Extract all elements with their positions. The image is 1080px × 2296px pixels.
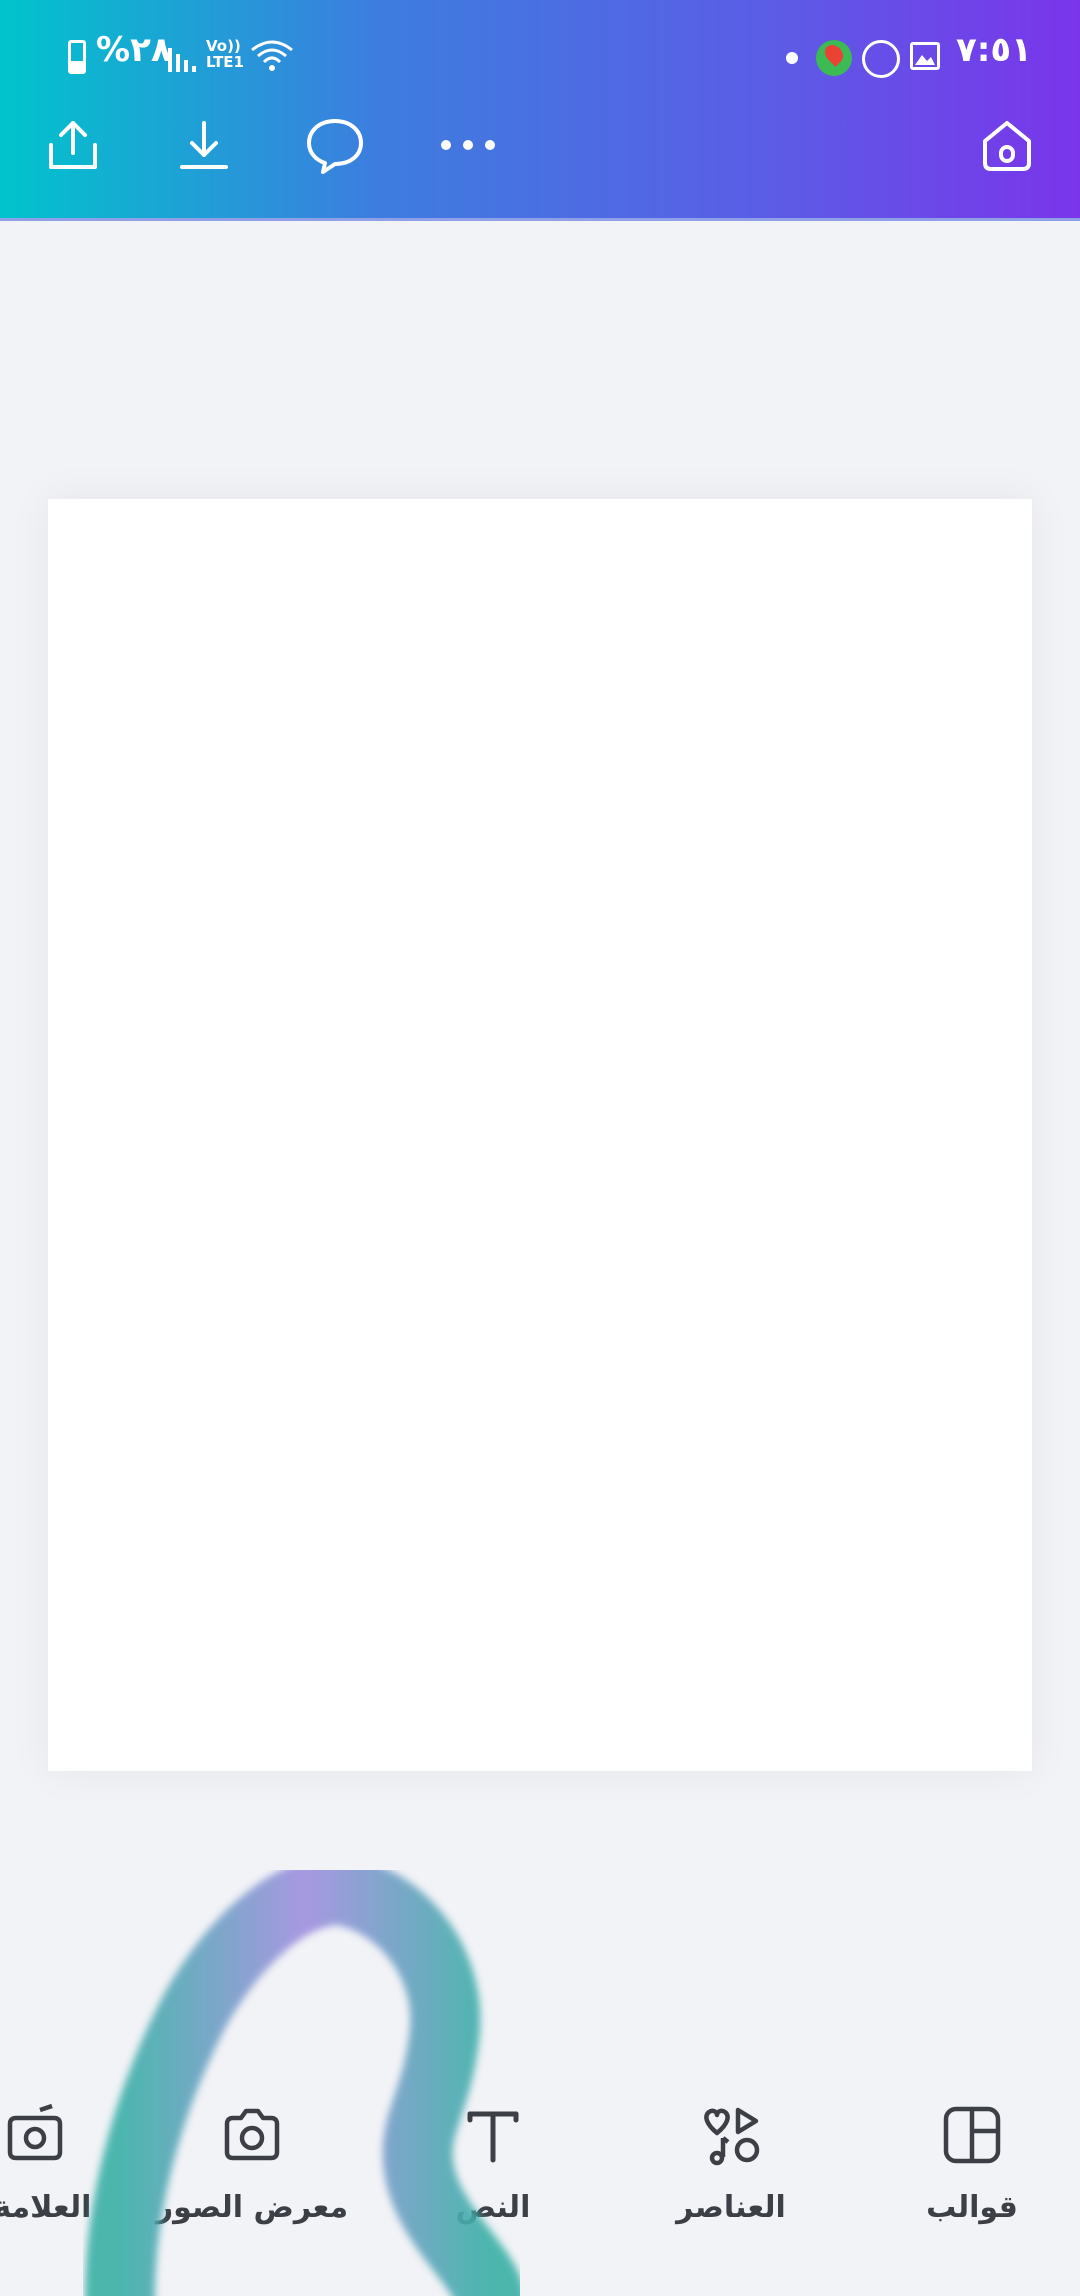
status-bar: %٢٨ Vo)) LTE1 ٧:٥١ <box>0 0 1080 110</box>
battery-percent: %٢٨ <box>96 30 172 70</box>
comment-icon[interactable] <box>300 110 370 180</box>
design-canvas-page[interactable] <box>48 499 1032 1771</box>
status-time: ٧:٥١ <box>956 30 1032 70</box>
top-app-bar: %٢٨ Vo)) LTE1 ٧:٥١ <box>0 0 1080 221</box>
tool-elements[interactable]: العناصر <box>621 2100 841 2225</box>
share-icon[interactable] <box>38 110 108 180</box>
tool-templates[interactable]: قوالب <box>862 2100 1080 2225</box>
tool-label: قوالب <box>926 2190 1018 2225</box>
dot-indicator <box>786 52 798 64</box>
text-icon <box>467 2111 519 2163</box>
elements-icon <box>704 2107 760 2166</box>
tool-label: النص <box>455 2190 531 2225</box>
tool-brand[interactable]: العلامة ا <box>0 2100 122 2225</box>
more-icon[interactable] <box>433 110 503 180</box>
home-icon[interactable] <box>972 110 1042 180</box>
bottom-toolbar: قوالب العناصر النص معرض الصور العلامة ا <box>0 2080 1080 2296</box>
download-icon[interactable] <box>169 110 239 180</box>
network-type: Vo)) LTE1 <box>206 37 244 71</box>
brand-icon <box>7 2103 63 2161</box>
wifi-icon <box>250 38 294 78</box>
tool-gallery[interactable]: معرض الصور <box>142 2100 362 2225</box>
tool-text[interactable]: النص <box>383 2100 603 2225</box>
signal-icon <box>168 44 202 74</box>
tool-label: العناصر <box>676 2190 786 2225</box>
whatsapp-icon <box>862 40 900 78</box>
maps-icon <box>816 40 852 76</box>
tool-label: معرض الصور <box>155 2190 349 2225</box>
gallery-icon <box>910 42 940 70</box>
tool-label: العلامة ا <box>0 2190 92 2225</box>
camera-icon <box>224 2108 280 2161</box>
battery-icon <box>68 40 86 74</box>
templates-icon <box>943 2106 1001 2164</box>
